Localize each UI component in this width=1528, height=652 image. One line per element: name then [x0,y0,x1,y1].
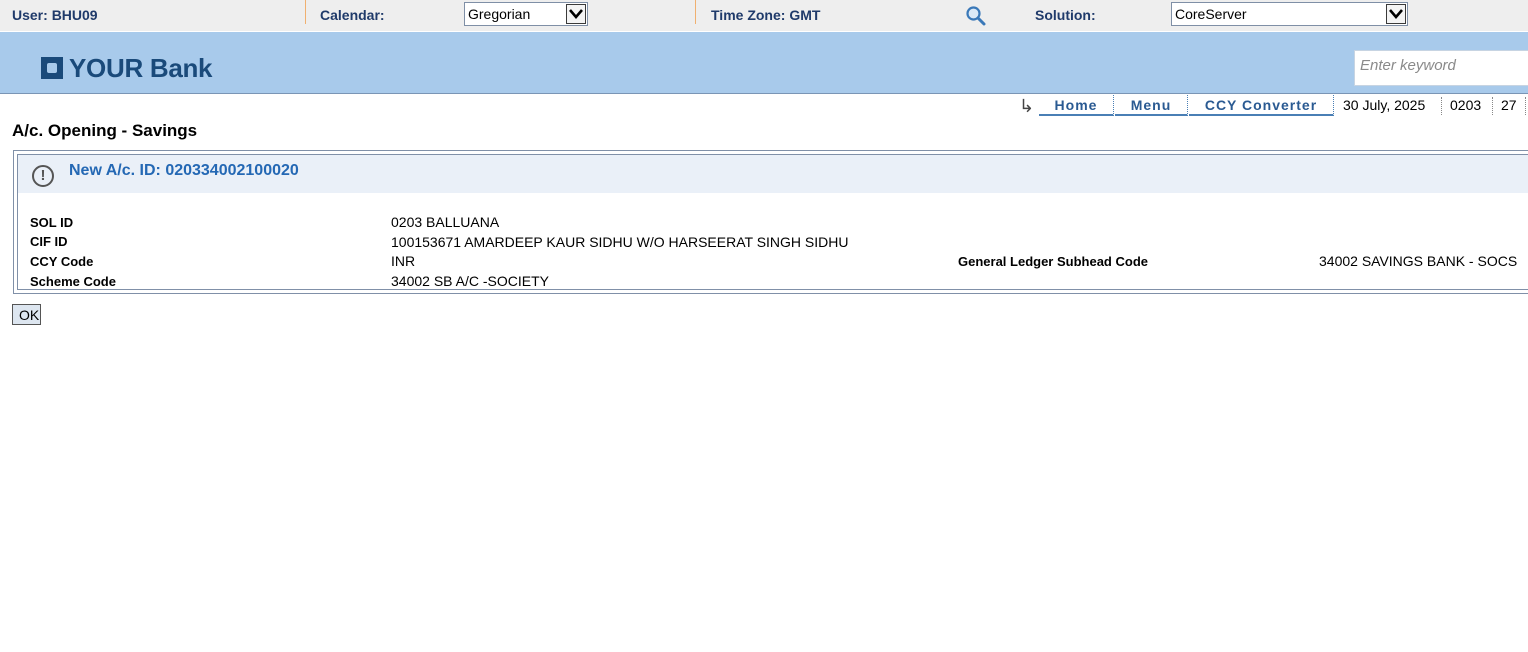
result-panel-inner: ! New A/c. ID: 020334002100020 SOL ID 02… [17,154,1528,290]
calendar-label: Calendar: [320,7,385,23]
scheme-code-label: Scheme Code [30,274,116,289]
gl-subhead-value: 34002 SAVINGS BANK - SOCS [1319,253,1518,269]
separator [305,0,306,24]
separator [1441,97,1443,115]
business-date: 30 July, 2025 [1343,97,1426,113]
ok-button[interactable]: OK [12,304,41,325]
search-icon[interactable] [965,5,987,30]
result-panel: ! New A/c. ID: 020334002100020 SOL ID 02… [13,150,1528,294]
ccy-code-label: CCY Code [30,254,94,269]
gl-subhead-label: General Ledger Subhead Code [958,254,1148,269]
return-arrow-icon: ↳ [1019,96,1035,116]
bank-logo-icon [41,57,63,79]
calendar-select[interactable]: Gregorian [464,2,588,26]
separator [695,0,696,24]
nav-row: ↳ Home Menu CCY Converter 30 July, 2025 … [0,95,1528,117]
separator [1492,97,1494,115]
keyword-search-input[interactable]: Enter keyword [1354,50,1528,86]
nav-home-link[interactable]: Home [1039,95,1114,116]
scheme-code-value: 34002 SB A/C -SOCIETY [391,273,549,289]
timezone-info: Time Zone: GMT [711,7,820,23]
user-label: User: [12,7,48,23]
header-banner: YOUR Bank Enter keyword [0,32,1528,94]
timezone-label: Time Zone: [711,7,786,23]
sol-id-value: 0203 BALLUANA [391,214,500,230]
new-account-id: New A/c. ID: 020334002100020 [69,162,299,179]
solution-label: Solution: [1035,7,1096,23]
sol-code: 0203 [1450,97,1482,113]
solution-select[interactable]: CoreServer [1171,2,1408,26]
chevron-down-icon[interactable] [566,4,586,24]
sol-id-label: SOL ID [30,215,74,230]
user-info: User: BHU09 [12,7,98,23]
ccy-code-value: INR [391,253,416,269]
nav-extra-value: 27 [1501,97,1517,113]
calendar-select-value: Gregorian [468,6,531,22]
nav-menu-link[interactable]: Menu [1115,95,1188,116]
cif-id-value: 100153671 AMARDEEP KAUR SIDHU W/O HARSEE… [391,234,849,250]
chevron-down-icon[interactable] [1386,4,1406,24]
panel-header: ! New A/c. ID: 020334002100020 [18,155,1528,193]
user-value: BHU09 [51,7,98,23]
bank-logo-text: YOUR Bank [69,53,213,83]
top-bar: User: BHU09 Calendar: Gregorian Time Zon… [0,0,1528,31]
nav-ccy-converter-link[interactable]: CCY Converter [1189,95,1334,116]
separator [1525,97,1527,115]
solution-select-value: CoreServer [1175,6,1247,22]
timezone-value: GMT [789,7,821,23]
exclamation-icon: ! [32,165,54,187]
page-title: A/c. Opening - Savings [12,121,198,140]
cif-id-label: CIF ID [30,234,68,249]
